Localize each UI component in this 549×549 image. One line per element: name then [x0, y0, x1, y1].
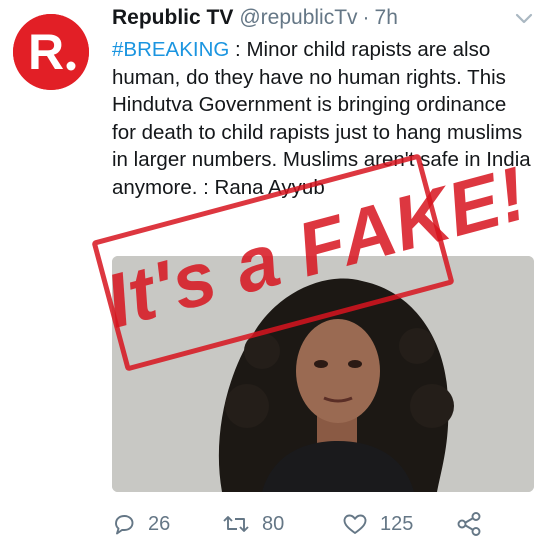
chevron-down-icon[interactable]	[513, 10, 535, 28]
reply-button[interactable]: 26	[112, 508, 170, 540]
user-handle[interactable]: @republicTv	[239, 6, 357, 30]
retweet-button[interactable]: 80	[222, 508, 284, 540]
timestamp[interactable]: 7h	[375, 6, 398, 30]
republic-tv-logo: R	[13, 14, 89, 90]
reply-count: 26	[148, 512, 171, 535]
retweet-icon	[223, 516, 249, 532]
like-button[interactable]: 125	[342, 508, 413, 540]
tweet-header: Republic TV @republicTv · 7h	[112, 6, 398, 34]
avatar[interactable]: R	[13, 14, 89, 90]
retweet-count: 80	[262, 512, 285, 535]
share-button[interactable]	[456, 508, 494, 540]
share-icon	[457, 512, 481, 536]
like-count: 125	[380, 512, 414, 535]
hashtag-link[interactable]: #BREAKING	[112, 38, 229, 61]
svg-text:R: R	[28, 24, 64, 80]
separator: ·	[362, 6, 370, 29]
display-name[interactable]: Republic TV	[112, 6, 233, 30]
reply-icon	[115, 515, 134, 535]
heart-icon	[343, 514, 367, 534]
tweet-actions: 26 80 125	[112, 508, 542, 540]
